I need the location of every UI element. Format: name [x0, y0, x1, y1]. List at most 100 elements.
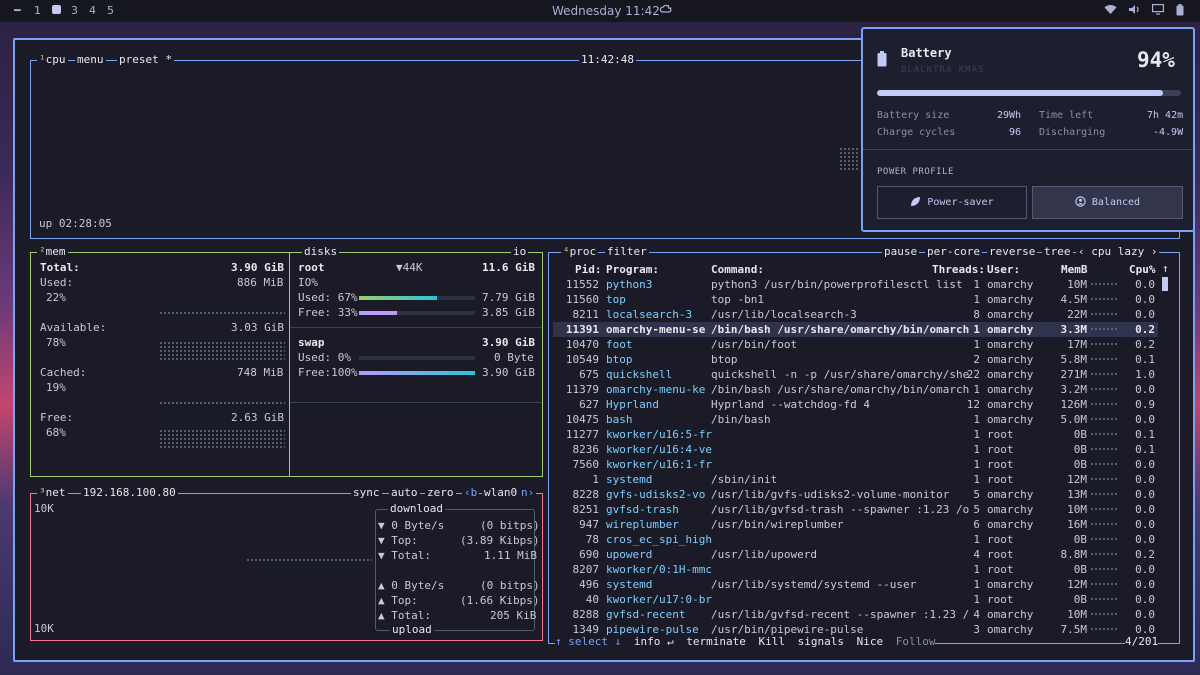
scroll-up-icon[interactable]: ↑: [1162, 262, 1169, 276]
proc-cpu: 0.0: [1135, 608, 1155, 621]
footer-follow[interactable]: Follow: [896, 635, 936, 648]
col-program[interactable]: Program:: [606, 262, 659, 277]
battery-title: Battery: [901, 46, 952, 60]
workspace-5[interactable]: 5: [107, 4, 114, 17]
proc-mem: 5.0M: [1060, 413, 1088, 426]
table-row[interactable]: 11552 python3 python3 /usr/bin/powerprofil…: [553, 277, 1158, 292]
proc-command: /usr/bin/wireplumber: [711, 518, 844, 531]
net-prev[interactable]: ‹b: [462, 486, 480, 500]
proc-cpu-graph: [1090, 387, 1118, 392]
proc-user: root: [987, 428, 1014, 441]
workspace-dash-icon[interactable]: ━: [14, 4, 21, 17]
footer-nice[interactable]: Nice: [857, 635, 884, 648]
disks-io[interactable]: io: [511, 245, 529, 259]
table-row[interactable]: 8288 gvfsd-recent/usr/lib/gvfsd-recent --…: [553, 607, 1158, 622]
footer-terminate[interactable]: terminate: [686, 635, 746, 648]
battery-popup: Battery BLACKTRA KMAS 94% Battery size 2…: [861, 27, 1195, 232]
net-zero[interactable]: zero: [425, 486, 456, 500]
table-row[interactable]: 7560 kworker/u16:1-fr 1 root 0B 0.0: [553, 457, 1158, 472]
col-cpu[interactable]: Cpu%: [1129, 262, 1156, 277]
table-row[interactable]: 8251 gvfsd-trash/usr/lib/gvfsd-trash --sp…: [553, 502, 1158, 517]
workspace-4[interactable]: 4: [89, 4, 96, 17]
table-row[interactable]: 40 kworker/u17:0-br 1 root 0B 0.0: [553, 592, 1158, 607]
proc-filter[interactable]: filter: [605, 245, 649, 259]
ul-top-val: (1.66 Kibps): [460, 594, 540, 607]
proc-program: top: [606, 293, 626, 306]
table-row[interactable]: 78 cros_ec_spi_high 1 root 0B 0.0: [553, 532, 1158, 547]
table-row[interactable]: 8228 gvfs-udisks2-vo/usr/lib/gvfs-udisks2…: [553, 487, 1158, 502]
battery-time: 7h 42m: [1147, 110, 1184, 121]
cpu-preset[interactable]: preset *: [117, 53, 174, 67]
net-auto[interactable]: auto: [389, 486, 420, 500]
table-row[interactable]: 8207 kworker/0:1H-mmc 1 root 0B 0.0: [553, 562, 1158, 577]
footer-select[interactable]: ↑ select ↓: [555, 635, 621, 648]
scrollbar-thumb[interactable]: [1162, 277, 1168, 291]
volume-icon[interactable]: [1128, 4, 1141, 18]
proc-sort[interactable]: ‹ cpu lazy ›: [1076, 245, 1160, 259]
proc-cpu-graph: [1090, 507, 1118, 512]
proc-program: cros_ec_spi_high: [606, 533, 712, 546]
footer-kill[interactable]: Kill: [758, 635, 785, 648]
proc-command: /sbin/init: [711, 473, 778, 486]
col-threads[interactable]: Threads:: [932, 262, 985, 277]
battery-icon[interactable]: [1176, 4, 1184, 19]
disk-used-label: Used: 67%: [298, 291, 358, 304]
mem-cached-pct: 19%: [46, 381, 66, 394]
col-command[interactable]: Command:: [711, 262, 764, 277]
proc-mem: 22M: [1067, 308, 1087, 321]
proc-program: omarchy-menu-ke: [606, 383, 706, 396]
monitor-icon[interactable]: [1152, 4, 1165, 18]
proc-mem: 17M: [1067, 338, 1087, 351]
table-row[interactable]: 10470 foot/usr/bin/foot 1 omarchy 17M 0.2: [553, 337, 1158, 352]
table-row[interactable]: 690 upowerd/usr/lib/upowerd 4 root 8.8M 0.2: [553, 547, 1158, 562]
table-row[interactable]: 11277 kworker/u16:5-fr 1 root 0B 0.1: [553, 427, 1158, 442]
workspace-3[interactable]: 3: [71, 4, 78, 17]
table-row[interactable]: 11391 omarchy-menu-se/bin/bash /usr/share…: [553, 322, 1158, 337]
net-sync[interactable]: sync: [351, 486, 382, 500]
balanced-button[interactable]: Balanced: [1032, 186, 1183, 219]
proc-reverse[interactable]: reverse: [987, 245, 1038, 259]
proc-pid: 675: [579, 368, 599, 381]
table-row[interactable]: 8211 localsearch-3/usr/lib/localsearch-3 8…: [553, 307, 1158, 322]
table-row[interactable]: 11560 top top -bn1 1 omarchy 4.5M 0.0: [553, 292, 1158, 307]
col-memb[interactable]: MemB: [1061, 262, 1088, 277]
battery-percent: 94%: [1137, 48, 1175, 72]
net-next[interactable]: n›: [519, 486, 537, 500]
proc-user: omarchy: [987, 518, 1034, 531]
power-saver-button[interactable]: Power-saver: [877, 186, 1027, 219]
proc-command: /bin/bash /usr/share/omarchy/bin/omarch: [711, 383, 970, 396]
proc-tree[interactable]: tree: [1042, 245, 1073, 259]
table-row[interactable]: 11379 omarchy-menu-ke/bin/bash /usr/share…: [553, 382, 1158, 397]
table-row[interactable]: 8236 kworker/u16:4-ve 1 root 0B 0.1: [553, 442, 1158, 457]
table-row[interactable]: 675 quickshell quickshell -n -p /usr/share…: [553, 367, 1158, 382]
workspace-1[interactable]: 1: [34, 4, 41, 17]
proc-cpu: 0.0: [1135, 533, 1155, 546]
proc-command: /bin/bash: [711, 413, 771, 426]
proc-pid: 11560: [565, 293, 599, 306]
battery-popup-icon: [877, 51, 887, 70]
workspace-active-icon[interactable]: [52, 5, 61, 14]
table-row[interactable]: 947 wireplumber/usr/bin/wireplumber 6 omarc…: [553, 517, 1158, 532]
proc-cpu-graph: [1090, 477, 1118, 482]
table-row[interactable]: 627 Hyprland Hyprland --watchdog-fd 4 12 oma…: [553, 397, 1158, 412]
col-user[interactable]: User:: [987, 262, 1020, 277]
col-pid[interactable]: Pid:: [575, 262, 602, 277]
dl-total: ▼ Total:: [378, 549, 431, 562]
footer-signals[interactable]: signals: [798, 635, 844, 648]
proc-per-core[interactable]: per-core: [925, 245, 982, 259]
proc-pid: 1: [592, 473, 599, 486]
clock[interactable]: Wednesday 11:42: [552, 4, 660, 18]
table-row[interactable]: 1 systemd/sbin/init 1 root 12M 0.0: [553, 472, 1158, 487]
footer-info[interactable]: info ↵: [634, 635, 674, 648]
proc-pause[interactable]: pause: [882, 245, 920, 259]
upload-label: upload: [390, 623, 434, 637]
wifi-icon[interactable]: [1104, 4, 1117, 18]
proc-program: gvfs-udisks2-vo: [606, 488, 706, 501]
cpu-menu[interactable]: menu: [75, 53, 106, 67]
table-row[interactable]: 496 systemd/usr/lib/systemd/systemd --use…: [553, 577, 1158, 592]
disk-used-value: 7.79 GiB: [482, 291, 535, 304]
weather-icon[interactable]: [659, 4, 672, 19]
table-row[interactable]: 10475 bash/bin/bash 1 omarchy 5.0M 0.0: [553, 412, 1158, 427]
proc-cpu-graph: [1090, 537, 1118, 542]
table-row[interactable]: 10549 btop btop 2 omarchy 5.8M 0.1: [553, 352, 1158, 367]
